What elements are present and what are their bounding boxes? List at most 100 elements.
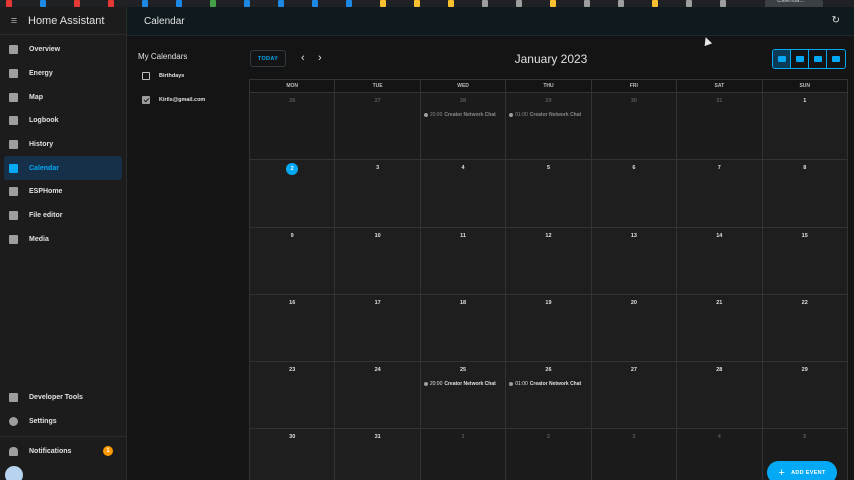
calendar-checkbox[interactable] [142,72,150,80]
day-cell[interactable]: 5 [506,160,592,227]
day-cell[interactable]: 7 [677,160,763,227]
day-cell[interactable]: 21 [677,294,763,362]
day-cell[interactable]: 28 20:00 Creator Network Chat [420,93,507,160]
browser-tab-favicon-icon[interactable] [482,0,488,7]
day-cell[interactable]: 13 [591,227,678,294]
hammer-icon [4,393,23,403]
sidebar-item-overview[interactable]: Overview [4,38,122,62]
day-cell[interactable]: 27 [335,93,421,160]
browser-tab-favicon-icon[interactable] [244,0,250,7]
day-cell[interactable]: 20 [591,294,678,362]
view-week-button[interactable] [791,50,809,68]
avatar[interactable] [5,466,23,480]
calendar-event[interactable]: 01:00 Creator Network Chat [509,381,581,387]
calendar-event[interactable]: 20:00 Creator Network Chat [423,381,496,387]
day-cell[interactable]: 17 [335,294,421,362]
browser-tab-favicon-icon[interactable] [652,0,658,7]
date-number: 11 [460,232,466,239]
day-cell[interactable]: 6 [591,160,678,227]
calendar-list-item[interactable]: Birthdays [142,72,184,80]
prev-month-button[interactable]: ‹ [301,52,305,64]
day-cell[interactable]: 14 [677,227,763,294]
day-cell[interactable]: 22 [762,294,848,362]
day-cell[interactable]: 9 [250,227,336,294]
day-cell[interactable]: 27 [591,362,678,429]
sidebar-item-settings[interactable]: Settings [4,410,122,434]
day-cell[interactable]: 28 [677,362,763,429]
browser-tab-favicon-icon[interactable] [516,0,522,7]
browser-tab-favicon-icon[interactable] [720,0,726,7]
browser-tab-favicon-icon[interactable] [346,0,352,7]
sidebar-item-logbook[interactable]: Logbook [4,109,122,133]
view-day-button[interactable] [809,50,827,68]
sidebar-item-calendar[interactable]: Calendar [4,156,122,181]
day-cell[interactable]: 4 [420,160,507,227]
day-cell[interactable]: 11 [420,227,507,294]
view-list-button[interactable] [827,50,845,68]
view-month-button[interactable] [773,50,791,68]
browser-tab-favicon-icon[interactable] [6,0,12,7]
day-cell[interactable]: 30 [591,93,678,160]
browser-tab-favicon-icon[interactable] [142,0,148,7]
day-cell[interactable]: 26 01:00 Creator Network Chat [506,362,592,429]
day-cell[interactable]: 23 [250,362,336,429]
day-cell[interactable]: 24 [335,362,421,429]
sidebar-item-energy[interactable]: Energy [4,62,122,86]
refresh-icon[interactable]: ↻ [832,15,840,26]
calendar-list-item[interactable]: Kirils@gmail.com [142,96,205,104]
browser-tab-favicon-icon[interactable] [74,0,80,7]
browser-tab-favicon-icon[interactable] [380,0,386,7]
browser-tab-favicon-icon[interactable] [584,0,590,7]
day-cell[interactable]: 31 [677,93,763,160]
browser-tab-favicon-icon[interactable] [448,0,454,7]
day-cell[interactable]: 1 [762,93,848,160]
day-cell[interactable]: 29 [762,362,848,429]
browser-tab-favicon-icon[interactable] [278,0,284,7]
browser-tab-favicon-icon[interactable] [618,0,624,7]
add-event-button[interactable]: + ADD EVENT [767,461,837,480]
day-cell[interactable]: 3 [591,429,678,480]
day-cell[interactable]: 19 [506,294,592,362]
week-row: 2 3 4 5 6 7 8 [249,159,848,227]
browser-tab-active[interactable]: Calenda... [765,0,823,7]
day-cell[interactable]: 10 [335,227,421,294]
browser-tab-label: Calenda... [777,0,805,4]
day-cell[interactable]: 16 [250,294,336,362]
next-month-button[interactable]: › [318,52,322,64]
day-cell[interactable]: 30 [250,429,336,480]
sidebar-item-esphome[interactable]: ESPHome [4,180,122,204]
sidebar-item-file-editor[interactable]: File editor [4,204,122,228]
day-cell[interactable]: 1 [420,429,507,480]
sidebar-item-map[interactable]: Map [4,85,122,109]
sidebar-item-developer-tools[interactable]: Developer Tools [4,386,122,410]
day-cell[interactable]: 25 20:00 Creator Network Chat [420,362,507,429]
day-cell[interactable]: 29 01:00 Creator Network Chat [506,93,592,160]
day-cell[interactable]: 12 [506,227,592,294]
browser-tab-favicon-icon[interactable] [550,0,556,7]
day-cell[interactable]: 18 [420,294,507,362]
day-cell[interactable]: 31 [335,429,421,480]
calendar-event[interactable]: 20:00 Creator Network Chat [423,112,496,118]
day-cell[interactable]: 15 [762,227,848,294]
browser-tab-favicon-icon[interactable] [686,0,692,7]
day-cell[interactable]: 4 [677,429,763,480]
browser-tab-favicon-icon[interactable] [40,0,46,7]
day-cell[interactable]: 2 [506,429,592,480]
sidebar-item-notifications[interactable]: Notifications 1 [4,440,122,464]
browser-tab-favicon-icon[interactable] [414,0,420,7]
week-row: 9 10 11 12 13 14 15 [249,226,848,294]
menu-collapse-icon[interactable]: ≡ [0,15,28,27]
day-cell[interactable]: 3 [335,160,421,227]
sidebar-item-media[interactable]: Media [4,228,122,252]
browser-tab-favicon-icon[interactable] [210,0,216,7]
calendar-event[interactable]: 01:00 Creator Network Chat [509,112,581,118]
calendar-checkbox[interactable] [142,96,150,104]
browser-tab-favicon-icon[interactable] [176,0,182,7]
day-cell[interactable]: 26 [250,93,336,160]
day-cell[interactable]: 2 [250,160,336,227]
browser-tab-favicon-icon[interactable] [108,0,114,7]
day-cell[interactable]: 8 [762,160,848,227]
browser-tab-favicon-icon[interactable] [312,0,318,7]
sidebar-item-history[interactable]: History [4,133,122,157]
today-button[interactable]: TODAY [250,50,286,67]
